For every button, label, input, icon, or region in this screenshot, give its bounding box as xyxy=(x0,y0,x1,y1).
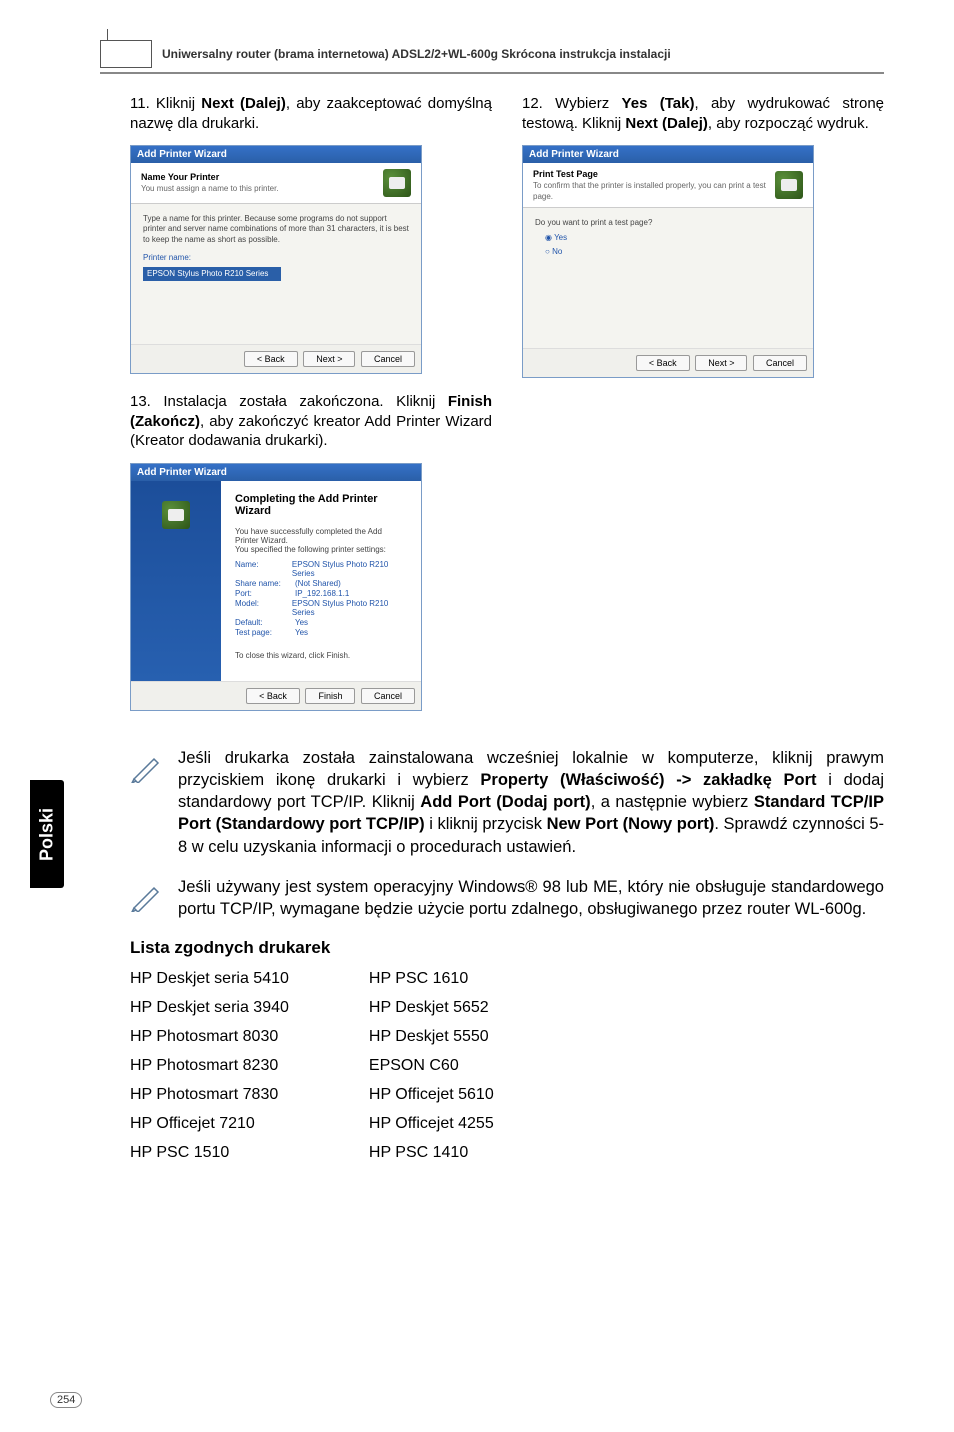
wizard-name-printer: Add Printer Wizard Name Your Printer You… xyxy=(130,145,422,374)
printer-item: HP Deskjet 5652 xyxy=(369,999,494,1017)
finish-row: Port:IP_192.168.1.1 xyxy=(235,589,407,598)
router-icon xyxy=(100,40,152,68)
back-button[interactable]: < Back xyxy=(246,688,300,704)
printer-item: HP Deskjet 5550 xyxy=(369,1028,494,1046)
note-pen-icon xyxy=(130,880,162,912)
printer-item: HP Deskjet seria 5410 xyxy=(130,970,289,988)
wizard-finish-heading: Completing the Add Printer Wizard xyxy=(235,493,407,517)
note-1-text: Jeśli drukarka została zainstalowana wcz… xyxy=(178,747,884,858)
printer-icon xyxy=(162,501,190,529)
printer-icon xyxy=(383,169,411,197)
header-title: Uniwersalny router (brama internetowa) A… xyxy=(162,47,671,61)
radio-no[interactable]: ○ No xyxy=(545,247,801,257)
printer-item: HP Officejet 4255 xyxy=(369,1115,494,1133)
note-2-text: Jeśli używany jest system operacyjny Win… xyxy=(178,876,884,921)
back-button[interactable]: < Back xyxy=(244,351,298,367)
step-12-text: 12. Wybierz Yes (Tak), aby wydrukować st… xyxy=(522,94,884,133)
language-tab: Polski xyxy=(30,780,64,888)
printer-list-heading: Lista zgodnych drukarek xyxy=(130,938,884,958)
printer-item: HP Officejet 5610 xyxy=(369,1086,494,1104)
wizard-finish-box: Add Printer Wizard Completing the Add Pr… xyxy=(130,463,422,711)
wizard-sub: To confirm that the printer is installed… xyxy=(533,181,766,201)
back-button[interactable]: < Back xyxy=(636,355,690,371)
finish-row: Share name:(Not Shared) xyxy=(235,579,407,588)
printer-item: HP PSC 1410 xyxy=(369,1144,494,1162)
wizard-test-page: Add Printer Wizard Print Test Page To co… xyxy=(522,145,814,378)
wizard-finish-sub1: You have successfully completed the Add … xyxy=(235,527,407,545)
finish-button[interactable]: Finish xyxy=(305,688,355,704)
printer-name-label: Printer name: xyxy=(143,253,409,263)
printer-icon xyxy=(775,171,803,199)
note-pen-icon xyxy=(130,751,162,783)
cancel-button[interactable]: Cancel xyxy=(361,688,415,704)
wizard-titlebar: Add Printer Wizard xyxy=(131,146,421,163)
wizard-body-text: Type a name for this printer. Because so… xyxy=(143,214,409,245)
page-header: Uniwersalny router (brama internetowa) A… xyxy=(100,40,884,74)
printer-item: HP PSC 1610 xyxy=(369,970,494,988)
cancel-button[interactable]: Cancel xyxy=(753,355,807,371)
step-11-text: 11. Kliknij Next (Dalej), aby zaakceptow… xyxy=(130,94,492,133)
printer-item: HP Photosmart 8030 xyxy=(130,1028,289,1046)
wizard-titlebar: Add Printer Wizard xyxy=(131,464,421,481)
printer-item: HP Officejet 7210 xyxy=(130,1115,289,1133)
printer-item: HP Deskjet seria 3940 xyxy=(130,999,289,1017)
wizard-body-text: Do you want to print a test page? xyxy=(535,218,801,228)
next-button[interactable]: Next > xyxy=(695,355,747,371)
cancel-button[interactable]: Cancel xyxy=(361,351,415,367)
printer-item: HP PSC 1510 xyxy=(130,1144,289,1162)
printer-name-input[interactable]: EPSON Stylus Photo R210 Series xyxy=(143,267,281,281)
wizard-finish-rows: Name:EPSON Stylus Photo R210 SeriesShare… xyxy=(235,560,407,637)
finish-row: Model:EPSON Stylus Photo R210 Series xyxy=(235,599,407,617)
printer-item: HP Photosmart 7830 xyxy=(130,1086,289,1104)
page-number: 254 xyxy=(50,1392,82,1408)
wizard-sub: You must assign a name to this printer. xyxy=(141,184,279,193)
wizard-heading: Name Your Printer xyxy=(141,172,219,182)
printer-list-right: HP PSC 1610 HP Deskjet 5652 HP Deskjet 555… xyxy=(369,970,494,1173)
printer-item: HP Photosmart 8230 xyxy=(130,1057,289,1075)
finish-row: Name:EPSON Stylus Photo R210 Series xyxy=(235,560,407,578)
finish-row: Test page:Yes xyxy=(235,628,407,637)
wizard-finish-sub2: You specified the following printer sett… xyxy=(235,545,407,554)
wizard-titlebar: Add Printer Wizard xyxy=(523,146,813,163)
printer-item: EPSON C60 xyxy=(369,1057,494,1075)
next-button[interactable]: Next > xyxy=(303,351,355,367)
radio-yes[interactable]: ◉ Yes xyxy=(545,233,801,243)
wizard-heading: Print Test Page xyxy=(533,169,598,179)
wizard-finish-closing: To close this wizard, click Finish. xyxy=(235,651,407,660)
printer-list-left: HP Deskjet seria 5410 HP Deskjet seria 39… xyxy=(130,970,289,1173)
finish-row: Default:Yes xyxy=(235,618,407,627)
step-13-text: 13. Instalacja została zakończona. Klikn… xyxy=(130,392,492,451)
